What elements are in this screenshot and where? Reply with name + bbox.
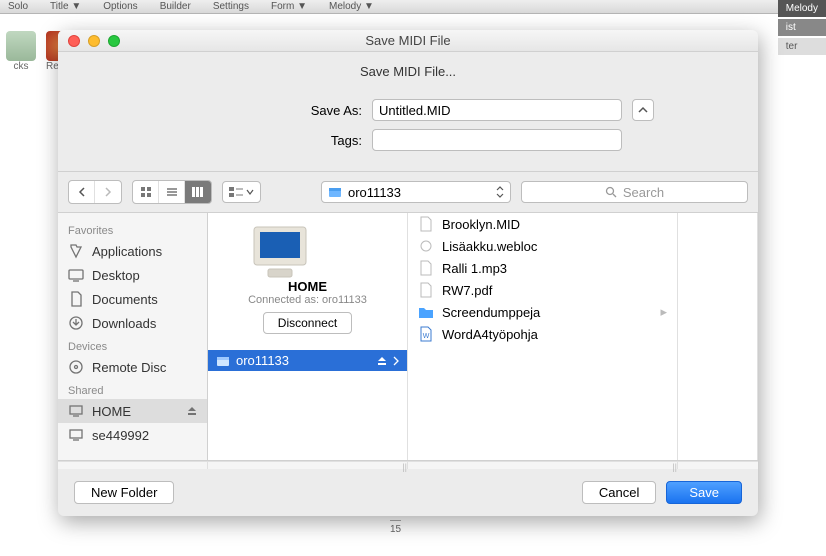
sidebar-item-home[interactable]: HOME bbox=[58, 399, 207, 423]
back-button[interactable] bbox=[69, 181, 95, 203]
tags-input[interactable] bbox=[372, 129, 622, 151]
list-view-button[interactable] bbox=[159, 181, 185, 203]
saveas-input[interactable] bbox=[372, 99, 622, 121]
chevron-right-icon bbox=[393, 356, 399, 366]
volume-row[interactable]: oro11133 bbox=[208, 350, 407, 371]
new-folder-button[interactable]: New Folder bbox=[74, 481, 174, 504]
webloc-icon bbox=[418, 238, 434, 254]
columns-icon bbox=[191, 186, 205, 198]
sidebar: Favorites Applications Desktop Documents… bbox=[58, 213, 208, 460]
documents-icon bbox=[68, 291, 84, 307]
cancel-button[interactable]: Cancel bbox=[582, 481, 656, 504]
audio-icon bbox=[418, 260, 434, 276]
save-dialog: Save MIDI File Save MIDI File... Save As… bbox=[58, 30, 758, 516]
word-icon: W bbox=[418, 326, 434, 342]
location-label: oro11133 bbox=[348, 185, 401, 200]
sidebar-item-se449992[interactable]: se449992 bbox=[58, 423, 207, 447]
dialog-subtitle: Save MIDI File... bbox=[58, 52, 758, 87]
column-computer: HOME Connected as: oro11133 Disconnect o… bbox=[208, 213, 408, 460]
svg-text:W: W bbox=[423, 333, 430, 340]
column-resize-row: || || bbox=[58, 461, 758, 469]
desktop-icon bbox=[68, 267, 84, 283]
collapse-toggle-button[interactable] bbox=[632, 99, 654, 121]
chevron-right-icon bbox=[104, 187, 112, 197]
sidebar-item-documents[interactable]: Documents bbox=[58, 287, 207, 311]
downloads-icon bbox=[68, 315, 84, 331]
file-row[interactable]: RW7.pdf bbox=[408, 279, 677, 301]
timeline-ruler: 15 bbox=[390, 520, 401, 540]
applications-icon bbox=[68, 243, 84, 259]
file-row[interactable]: Lisäakku.webloc bbox=[408, 235, 677, 257]
search-placeholder: Search bbox=[623, 185, 664, 200]
forward-button[interactable] bbox=[95, 181, 121, 203]
sidebar-item-downloads[interactable]: Downloads bbox=[58, 311, 207, 335]
arrange-button[interactable] bbox=[222, 181, 261, 203]
folder-icon bbox=[418, 304, 434, 320]
file-row[interactable]: Screendumppeja▸ bbox=[408, 301, 677, 323]
group-icon bbox=[229, 186, 243, 198]
background-menu: SoloTitle ▼OptionsBuilderSettingsForm ▼M… bbox=[0, 0, 826, 14]
eject-icon[interactable] bbox=[377, 356, 387, 366]
column-empty bbox=[678, 213, 758, 460]
tags-label: Tags: bbox=[162, 133, 362, 148]
computer-name: HOME bbox=[248, 279, 367, 294]
chevron-up-icon bbox=[638, 105, 648, 115]
volume-icon bbox=[328, 185, 342, 199]
pc-icon bbox=[68, 403, 84, 419]
save-button[interactable]: Save bbox=[666, 481, 742, 504]
icon-view-button[interactable] bbox=[133, 181, 159, 203]
sidebar-section-favorites: Favorites bbox=[58, 219, 207, 239]
titlebar: Save MIDI File bbox=[58, 30, 758, 52]
sidebar-section-devices: Devices bbox=[58, 335, 207, 355]
file-row[interactable]: WWordA4työpohja bbox=[408, 323, 677, 345]
sidebar-item-applications[interactable]: Applications bbox=[58, 239, 207, 263]
saveas-label: Save As: bbox=[162, 103, 362, 118]
eject-icon[interactable] bbox=[187, 406, 197, 416]
background-right-tabs: Melody ist ter bbox=[778, 0, 826, 55]
disc-icon bbox=[68, 359, 84, 375]
file-row[interactable]: Ralli 1.mp3 bbox=[408, 257, 677, 279]
list-icon bbox=[166, 186, 178, 198]
search-field[interactable]: Search bbox=[521, 181, 748, 203]
search-icon bbox=[605, 186, 617, 198]
browser-toolbar: oro11133 Search bbox=[58, 172, 758, 212]
connected-as-label: Connected as: oro11133 bbox=[248, 294, 367, 306]
crt-monitor-icon bbox=[248, 223, 312, 279]
column-files: Brooklyn.MID Lisäakku.webloc Ralli 1.mp3… bbox=[408, 213, 678, 460]
popup-arrows-icon bbox=[496, 186, 504, 198]
pdf-icon bbox=[418, 282, 434, 298]
grid-icon bbox=[140, 186, 152, 198]
sidebar-item-desktop[interactable]: Desktop bbox=[58, 263, 207, 287]
file-icon bbox=[418, 216, 434, 232]
column-view-button[interactable] bbox=[185, 181, 211, 203]
disconnect-button[interactable]: Disconnect bbox=[263, 312, 352, 334]
volume-icon bbox=[216, 354, 230, 368]
file-row[interactable]: Brooklyn.MID bbox=[408, 213, 677, 235]
chevron-down-icon bbox=[246, 188, 254, 196]
location-popup[interactable]: oro11133 bbox=[321, 181, 511, 203]
chevron-left-icon bbox=[78, 187, 86, 197]
sidebar-item-remote-disc[interactable]: Remote Disc bbox=[58, 355, 207, 379]
window-title: Save MIDI File bbox=[58, 33, 758, 48]
pc-icon bbox=[68, 427, 84, 443]
chevron-right-icon: ▸ bbox=[660, 304, 667, 320]
sidebar-section-shared: Shared bbox=[58, 379, 207, 399]
